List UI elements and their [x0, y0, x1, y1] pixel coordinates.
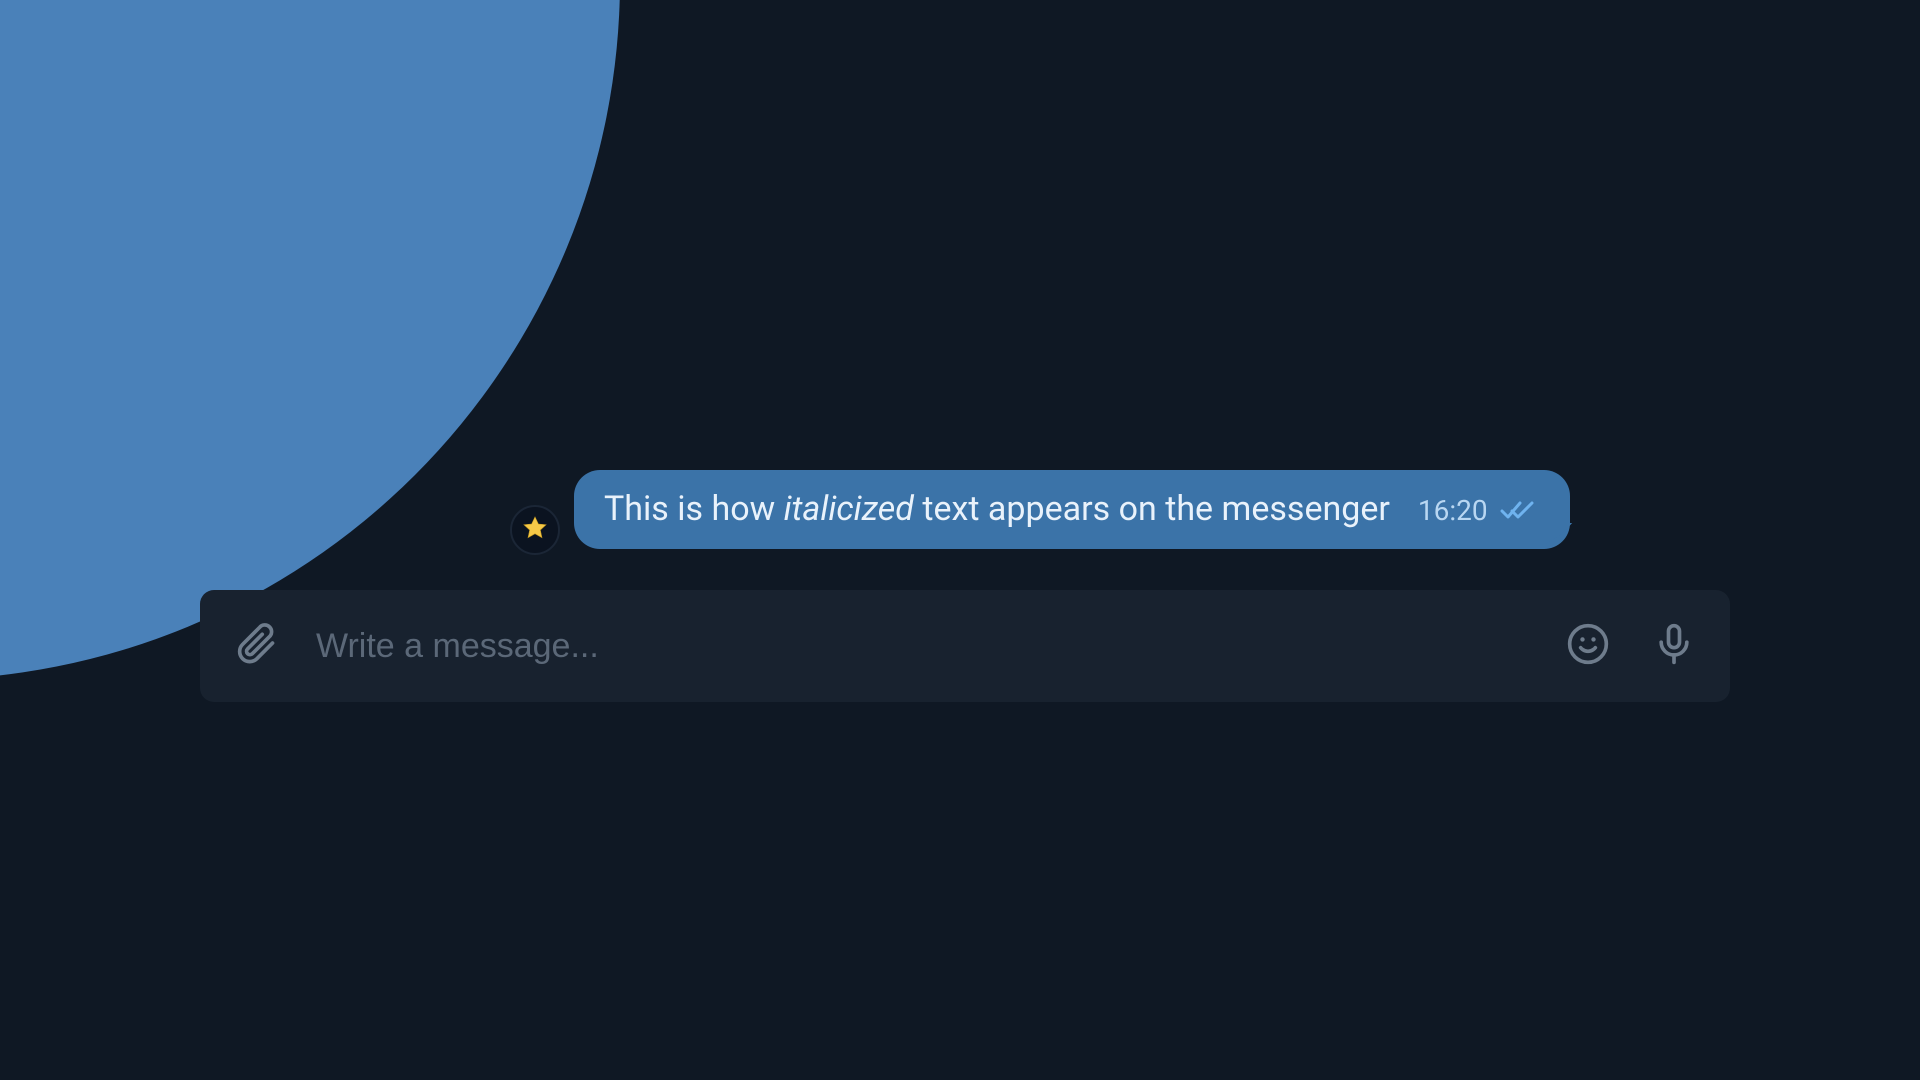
message-meta: 16:20: [1418, 493, 1536, 528]
composer-bar: [200, 590, 1730, 702]
decorative-arc: [0, 0, 620, 680]
emoji-icon: [1566, 622, 1610, 670]
star-icon: [521, 514, 549, 546]
message-text-pre: This is how: [604, 489, 784, 529]
double-check-icon: [1500, 498, 1536, 524]
bubble-tail: [1546, 523, 1580, 549]
message-text-post: text appears on the messenger: [914, 489, 1390, 529]
message-input[interactable]: [316, 627, 1528, 666]
message-time: 16:20: [1418, 493, 1488, 528]
attach-icon: [234, 622, 278, 670]
emoji-button[interactable]: [1562, 620, 1614, 672]
mic-button[interactable]: [1648, 620, 1700, 672]
attach-button[interactable]: [230, 620, 282, 672]
outgoing-message-row: This is how italicized text appears on t…: [510, 470, 1570, 549]
mic-icon: [1652, 622, 1696, 670]
star-badge: [510, 505, 560, 555]
message-text: This is how italicized text appears on t…: [604, 488, 1390, 531]
message-bubble[interactable]: This is how italicized text appears on t…: [574, 470, 1570, 549]
message-text-italic: italicized: [784, 489, 914, 529]
